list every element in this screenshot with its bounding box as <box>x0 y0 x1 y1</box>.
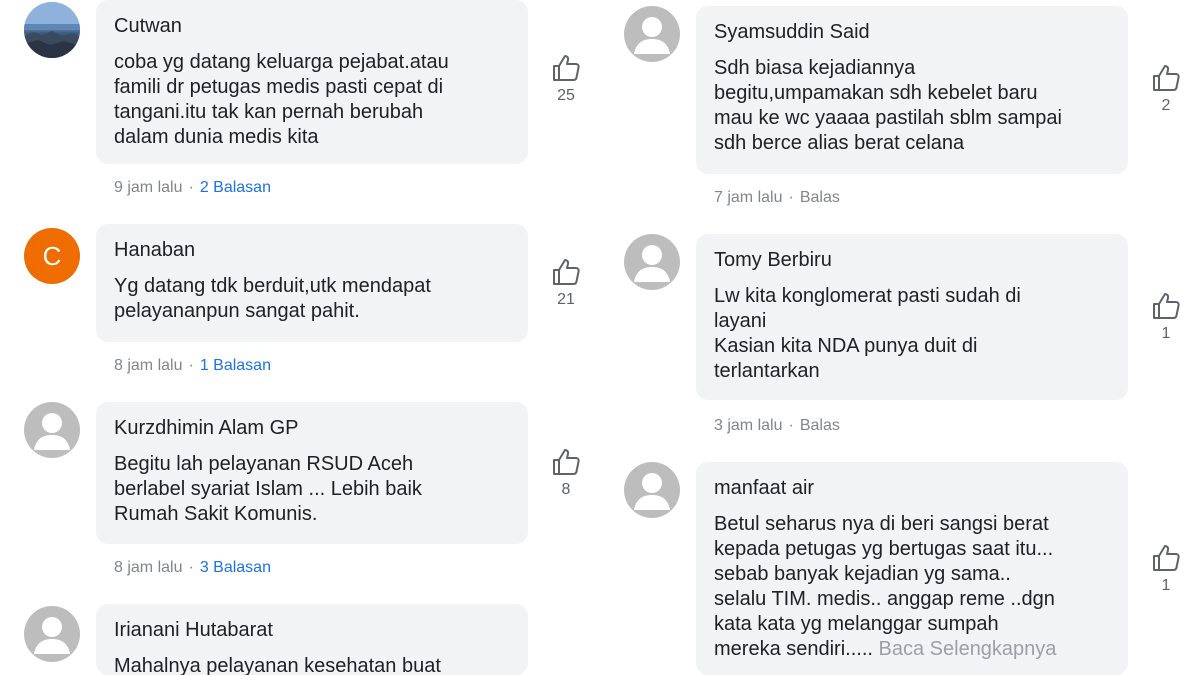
like-count: 25 <box>557 87 575 104</box>
comment-bubble: Irianani Hutabarat Mahalnya pelayanan ke… <box>96 604 528 675</box>
comment-bubble: Cutwan coba yg datang keluarga pejabat.a… <box>96 0 528 164</box>
avatar[interactable] <box>24 402 80 458</box>
thumbs-up-icon <box>553 55 580 81</box>
comment-author[interactable]: Syamsuddin Said <box>714 18 1110 46</box>
person-icon <box>634 245 670 282</box>
comment-column-right: Syamsuddin Said Sdh biasa kejadiannya be… <box>600 0 1200 675</box>
reply-button[interactable]: Balas <box>800 417 840 434</box>
like-button[interactable]: 1 <box>1148 290 1184 344</box>
like-count: 21 <box>557 291 575 308</box>
comment-meta: 3 jam lalu · Balas <box>714 416 840 436</box>
like-count: 1 <box>1161 325 1171 342</box>
replies-link[interactable]: 1 Balasan <box>200 357 271 374</box>
avatar[interactable] <box>24 606 80 662</box>
like-count: 8 <box>561 481 571 498</box>
like-button[interactable]: 1 <box>1148 542 1184 596</box>
comment-time: 9 jam lalu <box>114 179 183 196</box>
thumbs-up-icon <box>1153 293 1180 319</box>
reply-button[interactable]: Balas <box>800 189 840 206</box>
comment-text: Begitu lah pelayanan RSUD Aceh berlabel … <box>114 453 422 525</box>
like-count: 2 <box>1161 97 1171 114</box>
comment-author[interactable]: Cutwan <box>114 12 510 40</box>
comment-column-left: Cutwan coba yg datang keluarga pejabat.a… <box>0 0 600 675</box>
avatar[interactable] <box>624 6 680 62</box>
thumbs-up-icon <box>553 449 580 475</box>
person-icon <box>634 17 670 54</box>
comment-author[interactable]: Kurzdhimin Alam GP <box>114 414 510 442</box>
comment-meta: 8 jam lalu · 1 Balasan <box>114 356 271 376</box>
comment-bubble: Tomy Berbiru Lw kita konglomerat pasti s… <box>696 234 1128 400</box>
thumbs-up-icon <box>1153 545 1180 571</box>
comment-text: Yg datang tdk berduit,utk mendapat pelay… <box>114 275 431 322</box>
thumbs-up-icon <box>553 259 580 285</box>
avatar[interactable] <box>24 2 80 58</box>
like-button[interactable]: 8 <box>548 446 584 500</box>
comment-time: 7 jam lalu <box>714 189 783 206</box>
meta-separator: · <box>188 357 194 374</box>
avatar[interactable] <box>624 462 680 518</box>
comment-author[interactable]: Irianani Hutabarat <box>114 616 510 644</box>
comment-text: Betul seharus nya di beri sangsi berat k… <box>714 512 1110 662</box>
comment-bubble: Kurzdhimin Alam GP Begitu lah pelayanan … <box>96 402 528 544</box>
avatar[interactable] <box>624 234 680 290</box>
avatar-photo-image <box>24 2 80 58</box>
comment-text: coba yg datang keluarga pejabat.atau fam… <box>114 51 449 148</box>
meta-separator: · <box>188 179 194 196</box>
comment-text: Sdh biasa kejadiannya begitu,umpamakan s… <box>714 57 1062 154</box>
person-icon <box>34 617 70 654</box>
comment-time: 8 jam lalu <box>114 357 183 374</box>
comment-bubble: Syamsuddin Said Sdh biasa kejadiannya be… <box>696 6 1128 174</box>
like-button[interactable]: 2 <box>1148 62 1184 116</box>
person-icon <box>34 413 70 450</box>
like-button[interactable]: 25 <box>548 52 584 106</box>
meta-separator: · <box>788 417 794 434</box>
comment-meta: 8 jam lalu · 3 Balasan <box>114 558 271 578</box>
comment-author[interactable]: Tomy Berbiru <box>714 246 1110 274</box>
avatar[interactable]: C <box>24 228 80 284</box>
like-button[interactable]: 21 <box>548 256 584 310</box>
read-more-link[interactable]: Baca Selengkapnya <box>879 638 1057 660</box>
replies-link[interactable]: 2 Balasan <box>200 179 271 196</box>
person-icon <box>634 473 670 510</box>
comment-bubble: Hanaban Yg datang tdk berduit,utk mendap… <box>96 224 528 342</box>
comment-time: 8 jam lalu <box>114 559 183 576</box>
comment-text: Mahalnya pelayanan kesehatan buat <box>114 655 441 675</box>
thumbs-up-icon <box>1153 65 1180 91</box>
comment-bubble: manfaat air Betul seharus nya di beri sa… <box>696 462 1128 675</box>
comment-meta: 7 jam lalu · Balas <box>714 188 840 208</box>
comment-author[interactable]: manfaat air <box>714 474 1110 502</box>
like-count: 1 <box>1161 577 1171 594</box>
meta-separator: · <box>188 559 194 576</box>
meta-separator: · <box>788 189 794 206</box>
comment-author[interactable]: Hanaban <box>114 236 510 264</box>
comment-meta: 9 jam lalu · 2 Balasan <box>114 178 271 198</box>
comment-text: Lw kita konglomerat pasti sudah di layan… <box>714 285 1021 382</box>
comment-time: 3 jam lalu <box>714 417 783 434</box>
replies-link[interactable]: 3 Balasan <box>200 559 271 576</box>
